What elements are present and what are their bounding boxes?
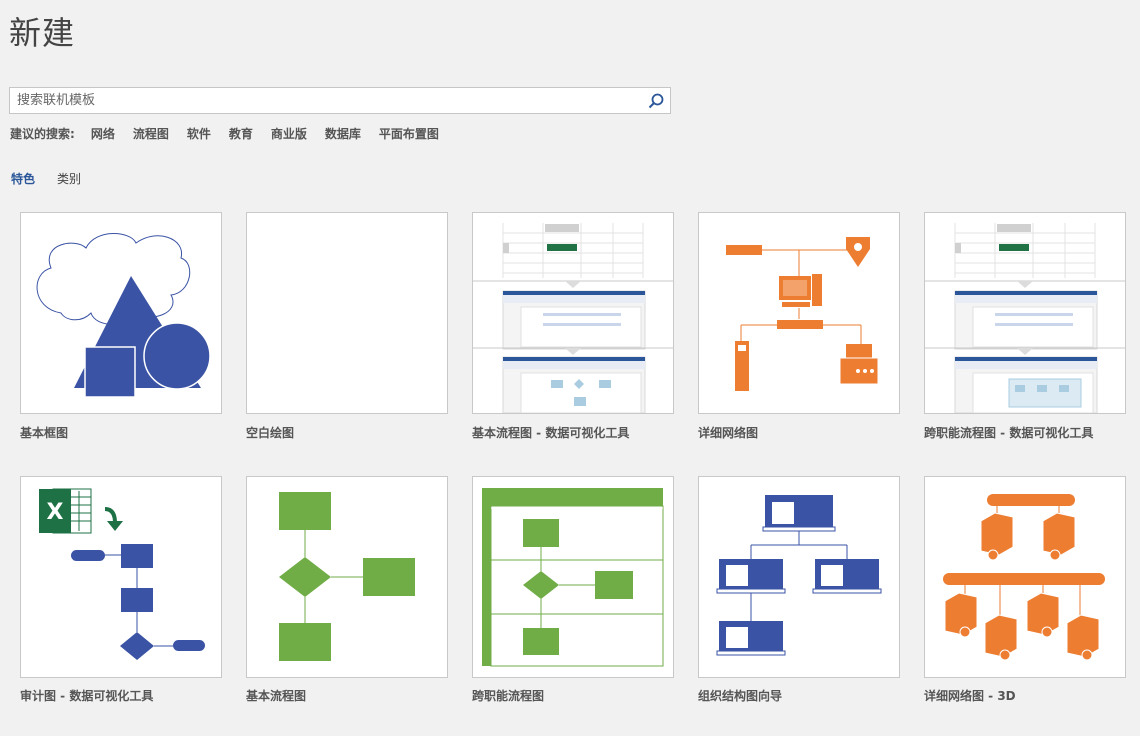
suggestion-floor-plan[interactable]: 平面布置图 (379, 125, 439, 141)
tab-featured[interactable]: 特色 (11, 170, 35, 187)
network-thumbnail (726, 237, 879, 391)
template-card-detailed-network-3d[interactable] (924, 476, 1126, 678)
template-name[interactable]: 跨职能流程图 (472, 687, 544, 704)
template-name[interactable]: 详细网络图 (698, 424, 758, 441)
network-3d-thumbnail (943, 494, 1105, 661)
suggestion-software[interactable]: 软件 (187, 125, 211, 141)
excel-logo-letter: X (47, 500, 64, 525)
template-card-detailed-network[interactable] (698, 212, 900, 414)
data-visualizer-thumbnail (925, 223, 1125, 413)
suggested-searches-label: 建议的搜索: (10, 127, 75, 141)
template-card-basic-flowchart[interactable] (246, 476, 448, 678)
template-card-blank-drawing[interactable] (246, 212, 448, 414)
tab-categories[interactable]: 类别 (57, 170, 81, 187)
basic-block-thumbnail (36, 233, 211, 398)
org-chart-thumbnail (716, 495, 882, 656)
template-card-org-chart-wizard[interactable] (698, 476, 900, 678)
suggestion-flowchart[interactable]: 流程图 (133, 125, 169, 141)
template-name[interactable]: 组织结构图向导 (698, 687, 782, 704)
template-card-cross-functional-dv[interactable] (924, 212, 1126, 414)
template-name[interactable]: 空白绘图 (246, 424, 294, 441)
search-input[interactable] (17, 88, 637, 113)
suggestion-education[interactable]: 教育 (229, 125, 253, 141)
template-tabs: 特色 类别 (11, 170, 103, 187)
template-name[interactable]: 详细网络图 - 3D (924, 687, 1016, 704)
template-card-audit-dv[interactable]: X (20, 476, 222, 678)
template-name[interactable]: 跨职能流程图 - 数据可视化工具 (924, 424, 1093, 441)
template-name[interactable]: 基本流程图 (246, 687, 306, 704)
suggestion-business[interactable]: 商业版 (271, 125, 307, 141)
suggestion-network[interactable]: 网络 (91, 125, 115, 141)
swimlane-thumbnail (482, 488, 664, 667)
search-box[interactable] (9, 87, 671, 114)
audit-thumbnail: X (39, 488, 205, 660)
template-name[interactable]: 基本框图 (20, 424, 68, 441)
page-title: 新建 (9, 14, 76, 52)
suggestion-database[interactable]: 数据库 (325, 125, 361, 141)
template-name[interactable]: 基本流程图 - 数据可视化工具 (472, 424, 629, 441)
flowchart-thumbnail (279, 492, 415, 661)
data-visualizer-thumbnail (473, 223, 673, 413)
template-card-basic-block[interactable] (20, 212, 222, 414)
search-icon[interactable] (647, 92, 665, 110)
template-card-basic-flowchart-dv[interactable] (472, 212, 674, 414)
template-card-cross-functional[interactable] (472, 476, 674, 678)
suggested-searches: 建议的搜索: 网络 流程图 软件 教育 商业版 数据库 平面布置图 (10, 125, 457, 141)
template-name[interactable]: 审计图 - 数据可视化工具 (20, 687, 153, 704)
